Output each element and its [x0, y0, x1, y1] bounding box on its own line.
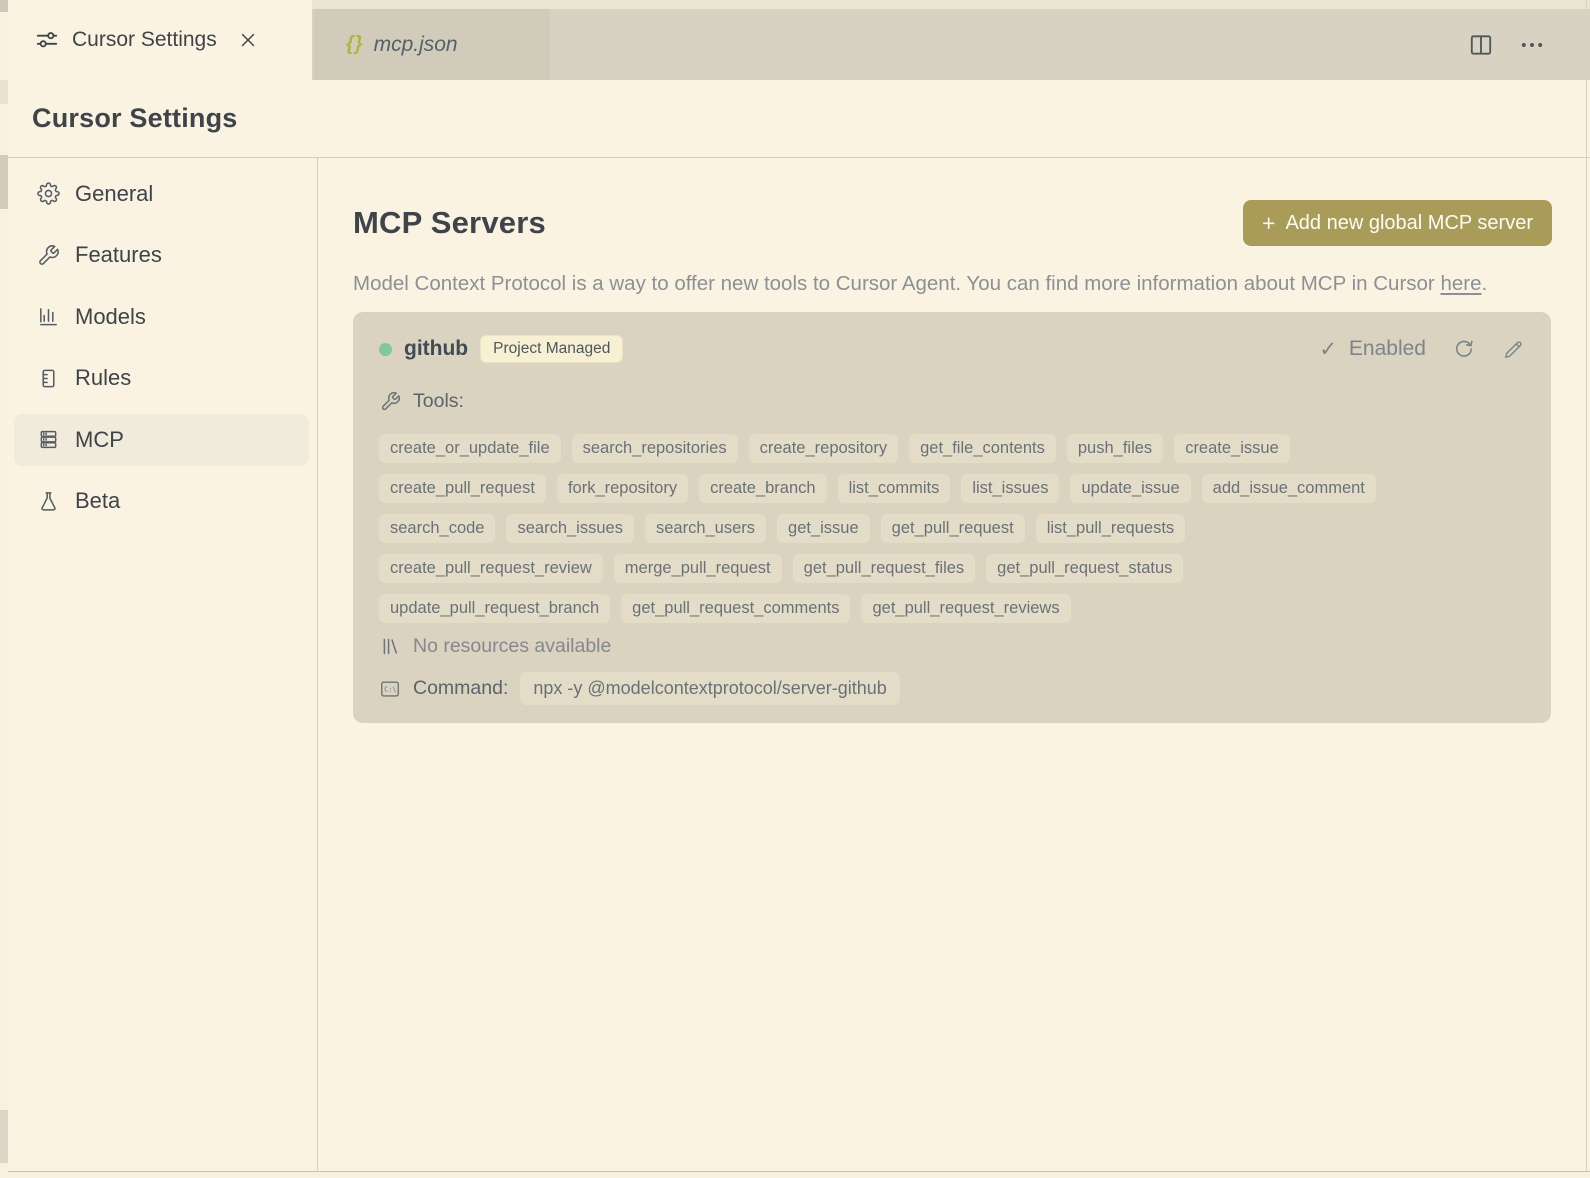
sliders-icon: [34, 27, 60, 53]
page-title: Cursor Settings: [32, 103, 238, 133]
mcp-description: Model Context Protocol is a way to offer…: [353, 272, 1488, 295]
tool-chip: add_issue_comment: [1201, 474, 1376, 503]
tool-chip: get_pull_request_comments: [621, 594, 851, 623]
ruler-icon: [36, 366, 60, 390]
enabled-toggle[interactable]: ✓ Enabled: [1319, 337, 1426, 362]
refresh-server-button[interactable]: [1452, 337, 1476, 361]
tool-chip: get_pull_request_reviews: [861, 594, 1071, 623]
sidebar-item-models[interactable]: Models: [8, 286, 317, 348]
tab-cursor-settings[interactable]: Cursor Settings: [8, 0, 312, 80]
tool-chip: push_files: [1066, 434, 1164, 463]
tool-chip: get_file_contents: [909, 434, 1056, 463]
sidebar-item-rules[interactable]: Rules: [8, 348, 317, 410]
sidebar-item-mcp[interactable]: MCP: [8, 409, 317, 471]
resources-icon: [379, 635, 401, 657]
tool-chip: get_pull_request_files: [792, 554, 976, 583]
server-stack-icon: [36, 428, 60, 452]
tool-chip: update_pull_request_branch: [379, 594, 611, 623]
tab-label: Cursor Settings: [72, 28, 217, 51]
tool-chip: list_issues: [961, 474, 1060, 503]
tool-chip-row: search_code search_issues search_users get_…: [379, 514, 1525, 543]
more-actions-icon[interactable]: [1518, 31, 1546, 59]
mcp-settings-panel: MCP Servers + Add new global MCP server …: [318, 158, 1590, 1171]
command-label: Command:: [413, 677, 509, 699]
svg-text:C:\: C:\: [384, 685, 396, 693]
resources-text: No resources available: [413, 634, 612, 657]
close-tab-icon[interactable]: [237, 29, 259, 51]
tool-chip: create_pull_request_review: [379, 554, 603, 583]
tab-mcp-json[interactable]: {} mcp.json: [314, 9, 550, 80]
tool-chip-row: update_pull_request_branch get_pull_reque…: [379, 594, 1525, 623]
tools-icon: [36, 243, 60, 267]
tool-chip: search_users: [644, 514, 767, 543]
left-editor-edge: [0, 0, 8, 1178]
tool-chip: fork_repository: [556, 474, 689, 503]
settings-sidebar: General Features Models Rules MCP Beta: [8, 158, 318, 1171]
tools-icon: [379, 390, 401, 412]
check-icon: ✓: [1319, 337, 1337, 361]
tool-chip: list_commits: [837, 474, 951, 503]
tool-chip: create_repository: [748, 434, 899, 463]
project-managed-badge: Project Managed: [480, 335, 624, 363]
tool-chip: update_issue: [1070, 474, 1191, 503]
terminal-icon: C:\: [379, 678, 401, 700]
status-bar-edge: [0, 1171, 1590, 1178]
tool-chip: get_pull_request: [880, 514, 1025, 543]
tool-chip: search_code: [379, 514, 496, 543]
tool-chip: create_or_update_file: [379, 434, 561, 463]
mcp-servers-title: MCP Servers: [353, 205, 546, 240]
tools-list: create_or_update_file search_repositories…: [379, 434, 1525, 623]
plus-icon: +: [1262, 209, 1276, 236]
tab-label: mcp.json: [373, 32, 458, 56]
page-header: Cursor Settings: [8, 80, 1590, 158]
tool-chip: get_pull_request_status: [986, 554, 1184, 583]
mcp-docs-link[interactable]: here: [1440, 272, 1481, 295]
sidebar-item-general[interactable]: General: [8, 163, 317, 225]
tool-chip-row: create_or_update_file search_repositories…: [379, 434, 1525, 463]
cursor-settings-window: Cursor Settings {} mcp.json Cursor Setti…: [0, 0, 1590, 1178]
split-editor-icon[interactable]: [1468, 32, 1494, 58]
tool-chip: list_pull_requests: [1035, 514, 1186, 543]
edit-server-button[interactable]: [1502, 338, 1525, 361]
server-name: github: [404, 337, 469, 360]
sidebar-item-features[interactable]: Features: [8, 225, 317, 287]
tool-chip-row: create_pull_request_review merge_pull_req…: [379, 554, 1525, 583]
tool-chip: create_pull_request: [379, 474, 546, 503]
enabled-label: Enabled: [1348, 337, 1426, 360]
tool-chip: create_branch: [699, 474, 827, 503]
tool-chip: search_repositories: [571, 434, 738, 463]
tool-chip: get_issue: [777, 514, 870, 543]
tab-bar-actions: [1468, 9, 1546, 80]
tool-chip-row: create_pull_request fork_repository create…: [379, 474, 1525, 503]
tool-chip: create_issue: [1174, 434, 1290, 463]
tools-label: Tools:: [413, 389, 464, 412]
mcp-server-card-github: github Project Managed ✓ Enabled Tools: …: [353, 312, 1551, 723]
server-status-dot: [379, 342, 392, 356]
gear-icon: [36, 182, 60, 206]
command-value: npx -y @modelcontextprotocol/server-gith…: [520, 672, 900, 705]
sidebar-item-beta[interactable]: Beta: [8, 471, 317, 533]
editor-right-border: [1586, 0, 1587, 1171]
add-global-mcp-server-button[interactable]: + Add new global MCP server: [1243, 200, 1552, 246]
tool-chip: merge_pull_request: [613, 554, 782, 583]
flask-icon: [36, 489, 60, 513]
json-braces-icon: {}: [346, 33, 364, 55]
tool-chip: search_issues: [506, 514, 634, 543]
bar-chart-icon: [36, 305, 60, 329]
editor-tab-bar: Cursor Settings {} mcp.json: [0, 0, 1590, 80]
